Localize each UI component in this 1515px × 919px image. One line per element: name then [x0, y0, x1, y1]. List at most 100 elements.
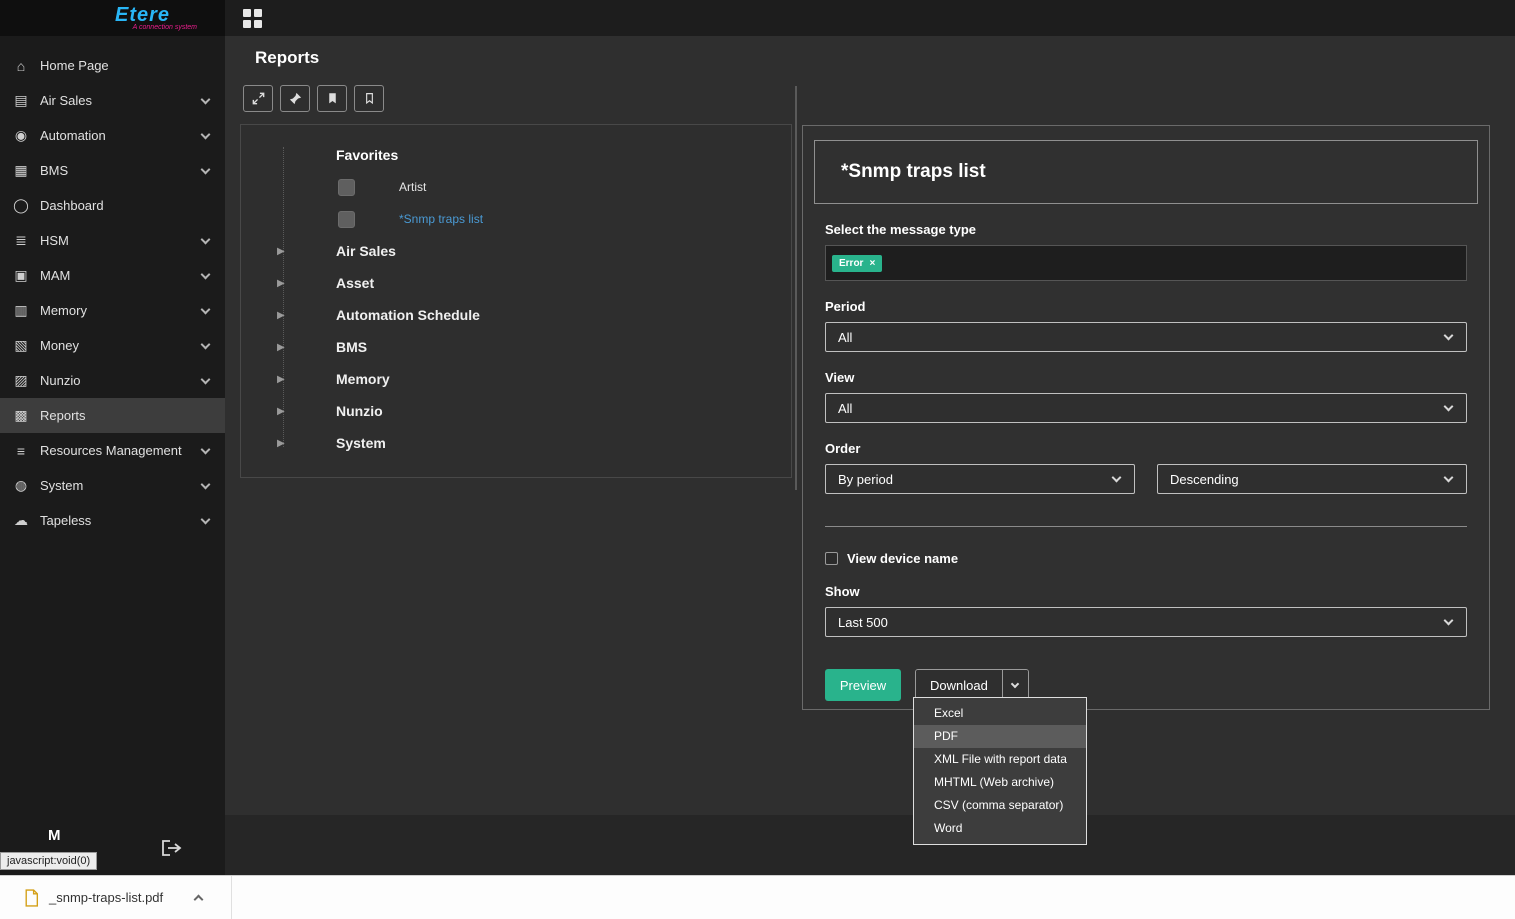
sidebar-item-label: Nunzio — [40, 373, 80, 388]
downloaded-filename: _snmp-traps-list.pdf — [49, 890, 163, 905]
tree-node-asset[interactable]: ▶ Asset — [241, 267, 791, 299]
download-menu-item-word[interactable]: Word — [914, 817, 1086, 840]
chevron-up-icon[interactable] — [194, 895, 204, 905]
favorite-label[interactable]: Artist — [399, 180, 426, 194]
message-type-tag[interactable]: Error × — [832, 255, 882, 272]
sidebar-item-resources-management[interactable]: ≡Resources Management — [0, 433, 225, 468]
period-select[interactable]: All — [825, 322, 1467, 352]
pin-button[interactable] — [280, 85, 310, 112]
bookmark-filled-button[interactable] — [317, 85, 347, 112]
sidebar-item-reports[interactable]: ▩ Reports — [0, 398, 225, 433]
chevron-down-icon — [1444, 616, 1454, 626]
expand-button[interactable] — [243, 85, 273, 112]
show-label: Show — [825, 584, 1467, 599]
sidebar-item-label: Tapeless — [40, 513, 91, 528]
tree-node-label: Air Sales — [336, 243, 396, 259]
sidebar-item-money[interactable]: ▧ Money — [0, 328, 225, 363]
chevron-down-icon — [1444, 331, 1454, 341]
download-menu-item-csv-comma-separator-[interactable]: CSV (comma separator) — [914, 794, 1086, 817]
tree-node-label: Automation Schedule — [336, 307, 480, 323]
sidebar: Etere A connection system ⌂Home Page▤Air… — [0, 0, 225, 875]
view-select[interactable]: All — [825, 393, 1467, 423]
sidebar-item-label: Dashboard — [40, 198, 104, 213]
favorite-label[interactable]: *Snmp traps list — [399, 212, 483, 226]
sidebar-item-label: Resources Management — [40, 443, 182, 458]
sidebar-item-bms[interactable]: ▦BMS — [0, 153, 225, 188]
tree-node-automation-schedule[interactable]: ▶ Automation Schedule — [241, 299, 791, 331]
order-direction-value: Descending — [1170, 472, 1239, 487]
bookmark-outline-button[interactable] — [354, 85, 384, 112]
favorite-checkbox[interactable] — [338, 211, 355, 228]
download-menu-item-xml-file-with-report-data[interactable]: XML File with report data — [914, 748, 1086, 771]
message-type-input[interactable]: Error × — [825, 245, 1467, 281]
view-device-name-checkbox-row[interactable]: View device name — [825, 551, 1467, 566]
download-caret-button[interactable] — [1002, 670, 1028, 700]
sidebar-item-air-sales[interactable]: ▤Air Sales — [0, 83, 225, 118]
tree-node-memory[interactable]: ▶ Memory — [241, 363, 791, 395]
chevron-down-icon — [1011, 679, 1019, 687]
automation-icon: ◉ — [12, 127, 30, 144]
sidebar-item-label: Money — [40, 338, 79, 353]
sidebar-item-memory[interactable]: ▥Memory — [0, 293, 225, 328]
chevron-down-icon — [201, 164, 211, 174]
sidebar-item-home-page[interactable]: ⌂Home Page — [0, 48, 225, 83]
expand-caret-icon[interactable]: ▶ — [277, 278, 285, 289]
order-direction-select[interactable]: Descending — [1157, 464, 1467, 494]
panel-splitter[interactable] — [795, 86, 797, 490]
sidebar-item-nunzio[interactable]: ▨Nunzio — [0, 363, 225, 398]
reports-icon: ▩ — [12, 407, 30, 424]
downloaded-file-item[interactable]: _snmp-traps-list.pdf — [0, 876, 232, 919]
sidebar-item-label: Reports — [40, 408, 86, 423]
view-device-name-label: View device name — [847, 551, 958, 566]
tree-node-label: System — [336, 435, 386, 451]
logout-icon[interactable] — [161, 839, 183, 857]
chevron-down-icon — [1444, 473, 1454, 483]
sidebar-nav: ⌂Home Page▤Air Sales◉Automation▦BMS◯Dash… — [0, 48, 225, 538]
show-select[interactable]: Last 500 — [825, 607, 1467, 637]
money-icon: ▧ — [12, 337, 30, 354]
chevron-down-icon — [201, 339, 211, 349]
home-icon: ⌂ — [12, 58, 30, 74]
tree-favorite-item[interactable]: Artist — [241, 171, 791, 203]
expand-caret-icon[interactable]: ▶ — [277, 310, 285, 321]
expand-caret-icon[interactable]: ▶ — [277, 374, 285, 385]
expand-caret-icon[interactable]: ▶ — [277, 342, 285, 353]
tree-favorite-item[interactable]: *Snmp traps list — [241, 203, 791, 235]
report-title-box: *Snmp traps list — [814, 140, 1478, 204]
expand-caret-icon[interactable]: ▶ — [277, 246, 285, 257]
chevron-down-icon — [201, 479, 211, 489]
tapeless-icon: ☁ — [12, 512, 30, 529]
tree-root-label: Favorites — [336, 147, 398, 163]
view-device-name-checkbox[interactable] — [825, 552, 838, 565]
sidebar-item-mam[interactable]: ▣MAM — [0, 258, 225, 293]
sidebar-item-system[interactable]: ◍System — [0, 468, 225, 503]
tree-node-label: BMS — [336, 339, 367, 355]
memory-icon: ▥ — [12, 302, 30, 319]
apps-grid-icon[interactable] — [243, 9, 262, 28]
tree-node-air-sales[interactable]: ▶ Air Sales — [241, 235, 791, 267]
tree-node-label: Memory — [336, 371, 390, 387]
download-menu-item-pdf[interactable]: PDF — [914, 725, 1086, 748]
download-menu-item-mhtml-web-archive-[interactable]: MHTML (Web archive) — [914, 771, 1086, 794]
sidebar-item-tapeless[interactable]: ☁ Tapeless — [0, 503, 225, 538]
sidebar-item-dashboard[interactable]: ◯Dashboard — [0, 188, 225, 223]
period-select-value: All — [838, 330, 852, 345]
download-button[interactable]: Download — [916, 670, 1002, 700]
tree-root-favorites[interactable]: Favorites — [241, 139, 791, 171]
reports-toolbar — [243, 85, 384, 112]
download-menu-item-excel[interactable]: Excel — [914, 702, 1086, 725]
tree-node-bms[interactable]: ▶ BMS — [241, 331, 791, 363]
tree-node-nunzio[interactable]: ▶ Nunzio — [241, 395, 791, 427]
order-by-select[interactable]: By period — [825, 464, 1135, 494]
preview-button[interactable]: Preview — [825, 669, 901, 701]
favorite-checkbox[interactable] — [338, 179, 355, 196]
sidebar-item-automation[interactable]: ◉Automation — [0, 118, 225, 153]
sidebar-item-hsm[interactable]: ≣HSM — [0, 223, 225, 258]
tree-node-system[interactable]: ▶ System — [241, 427, 791, 459]
tree-node-label: Asset — [336, 275, 374, 291]
expand-caret-icon[interactable]: ▶ — [277, 438, 285, 449]
expand-caret-icon[interactable]: ▶ — [277, 406, 285, 417]
tag-remove-icon[interactable]: × — [869, 258, 875, 269]
tree-node-label: Nunzio — [336, 403, 383, 419]
sidebar-item-label: System — [40, 478, 83, 493]
